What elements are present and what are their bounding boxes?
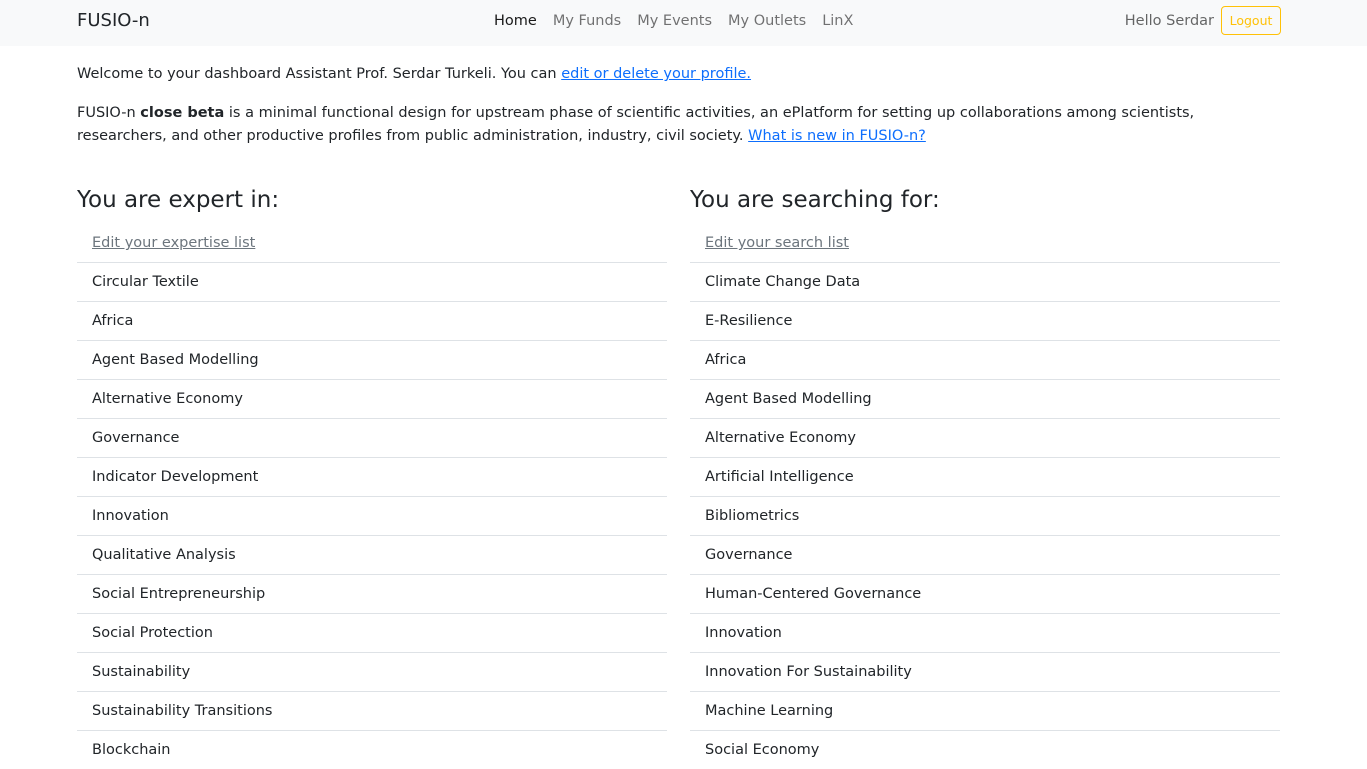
expertise-edit-item: Edit your expertise list (77, 224, 667, 263)
searching-list-item: Human-Centered Governance (690, 575, 1280, 614)
expertise-list-item: Blockchain (92, 742, 171, 758)
searching-list-item: Artificial Intelligence (690, 458, 1280, 497)
whats-new-link[interactable]: What is new in FUSIO-n? (748, 128, 926, 144)
expertise-list-item: Social Protection (77, 614, 667, 653)
expertise-list-item: Indicator Development (77, 458, 667, 497)
greeting-text: Hello Serdar (1124, 13, 1214, 29)
expertise-list-item: Qualitative Analysis (77, 536, 667, 575)
logout-button[interactable]: Logout (1221, 6, 1281, 35)
searching-list-item: Climate Change Data (690, 263, 1280, 302)
brand-logo[interactable]: FUSIO-n (77, 9, 150, 33)
expertise-list-item: Innovation (77, 497, 667, 536)
nav-my-funds[interactable]: My Funds (545, 11, 629, 31)
welcome-message: Welcome to your dashboard Assistant Prof… (77, 64, 1287, 85)
intro-bold: close beta (140, 105, 225, 121)
main-nav: Home My Funds My Events My Outlets LinX (486, 11, 861, 31)
top-navbar: FUSIO-n Home My Funds My Events My Outle… (0, 0, 1367, 46)
searching-list-item: Bibliometrics (690, 497, 1280, 536)
welcome-text: Welcome to your dashboard Assistant Prof… (77, 66, 562, 82)
searching-heading: You are searching for: (690, 187, 940, 213)
edit-search-link[interactable]: Edit your search list (705, 235, 849, 251)
searching-list-item: Social Economy (705, 742, 820, 758)
searching-list-item: Governance (690, 536, 1280, 575)
searching-list-item: Innovation (690, 614, 1280, 653)
searching-list-item: Alternative Economy (690, 419, 1280, 458)
searching-list-item: Innovation For Sustainability (690, 653, 1280, 692)
expertise-list-item: Sustainability (77, 653, 667, 692)
expertise-list-item: Social Entrepreneurship (77, 575, 667, 614)
searching-list-item: Africa (690, 341, 1280, 380)
intro-prefix: FUSIO-n (77, 105, 141, 121)
searching-list-item: E-Resilience (690, 302, 1280, 341)
searching-list: Edit your search list Climate Change Dat… (690, 224, 1280, 769)
intro-paragraph: FUSIO-n close beta is a minimal function… (77, 102, 1287, 148)
edit-profile-link[interactable]: edit or delete your profile. (561, 66, 751, 82)
expertise-list: Edit your expertise list Circular Textil… (77, 224, 667, 769)
expertise-section: You are expert in: Edit your expertise l… (77, 184, 667, 769)
intro-text: is a minimal functional design for upstr… (77, 105, 1195, 144)
expertise-list-item: Africa (77, 302, 667, 341)
searching-section: You are searching for: Edit your search … (690, 184, 1280, 769)
nav-linx[interactable]: LinX (814, 11, 861, 31)
searching-edit-item: Edit your search list (690, 224, 1280, 263)
nav-home[interactable]: Home (486, 11, 545, 31)
expertise-list-item: Sustainability Transitions (77, 692, 667, 731)
expertise-list-item: Governance (77, 419, 667, 458)
edit-expertise-link[interactable]: Edit your expertise list (92, 235, 255, 251)
expertise-list-item: Circular Textile (77, 263, 667, 302)
searching-list-item: Machine Learning (690, 692, 1280, 731)
expertise-list-item: Agent Based Modelling (77, 341, 667, 380)
expertise-heading: You are expert in: (77, 187, 280, 213)
expertise-list-item: Alternative Economy (77, 380, 667, 419)
searching-list-item: Agent Based Modelling (690, 380, 1280, 419)
nav-my-events[interactable]: My Events (629, 11, 720, 31)
nav-my-outlets[interactable]: My Outlets (720, 11, 814, 31)
